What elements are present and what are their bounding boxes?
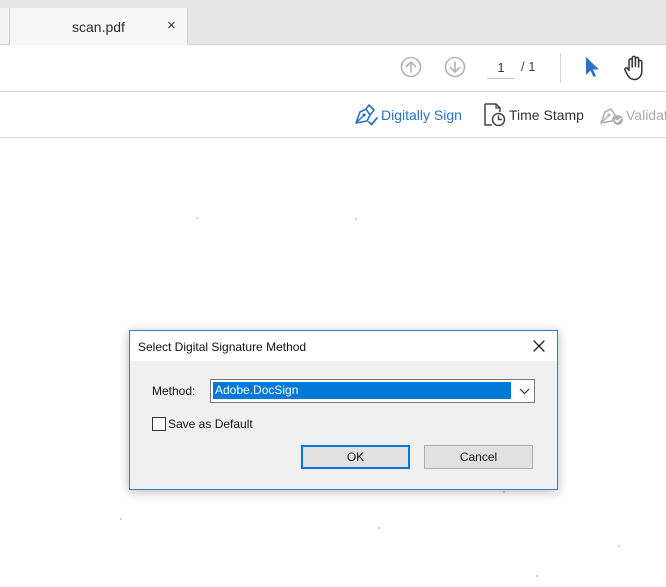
time-stamp-label: Time Stamp bbox=[509, 107, 584, 123]
prev-page-icon[interactable] bbox=[400, 56, 422, 83]
scan-speck bbox=[378, 527, 380, 529]
dialog-title: Select Digital Signature Method bbox=[138, 340, 307, 354]
method-selected-value: Adobe.DocSign bbox=[213, 382, 511, 399]
validate-icon bbox=[600, 108, 623, 125]
select-cursor-icon[interactable] bbox=[583, 55, 601, 84]
scan-speck bbox=[618, 545, 620, 547]
digitally-sign-label: Digitally Sign bbox=[381, 107, 462, 123]
chevron-down-icon[interactable] bbox=[516, 381, 533, 401]
method-label: Method: bbox=[152, 384, 196, 398]
dialog-close-icon[interactable] bbox=[527, 335, 551, 357]
digitally-sign-icon bbox=[355, 104, 378, 126]
hand-tool-icon[interactable] bbox=[622, 54, 648, 87]
tab-title: scan.pdf bbox=[72, 19, 125, 35]
dialog-titlebar[interactable]: Select Digital Signature Method bbox=[130, 331, 557, 361]
scan-speck bbox=[355, 218, 357, 220]
ok-button[interactable]: OK bbox=[301, 445, 410, 469]
tab-bar: scan.pdf × bbox=[0, 0, 666, 45]
digitally-sign-button[interactable]: Digitally Sign bbox=[353, 102, 465, 128]
scan-speck bbox=[536, 575, 538, 577]
toolbar-divider bbox=[560, 53, 561, 83]
sign-toolbar: Digitally Sign Time Stamp Validat bbox=[0, 92, 666, 138]
cancel-button[interactable]: Cancel bbox=[424, 445, 533, 469]
next-page-icon[interactable] bbox=[444, 56, 466, 83]
signature-method-dialog: Select Digital Signature Method Method: … bbox=[129, 330, 558, 490]
page-number-input[interactable] bbox=[487, 56, 515, 79]
validate-button: Validat bbox=[598, 102, 666, 128]
page-total-label: / 1 bbox=[521, 59, 536, 74]
method-select[interactable]: Adobe.DocSign bbox=[210, 379, 535, 403]
save-as-default-label: Save as Default bbox=[168, 417, 253, 431]
main-toolbar: / 1 bbox=[0, 45, 666, 92]
time-stamp-icon bbox=[484, 103, 506, 127]
pdf-viewer-window: scan.pdf × / 1 bbox=[0, 0, 666, 587]
tab-close-icon[interactable]: × bbox=[167, 17, 176, 35]
scan-speck bbox=[503, 491, 505, 493]
scan-speck bbox=[196, 217, 198, 219]
time-stamp-button[interactable]: Time Stamp bbox=[481, 102, 584, 128]
document-tab[interactable]: scan.pdf × bbox=[9, 8, 188, 45]
validate-label: Validat bbox=[626, 107, 666, 123]
save-as-default-checkbox[interactable] bbox=[152, 417, 166, 431]
scan-speck bbox=[120, 518, 122, 520]
